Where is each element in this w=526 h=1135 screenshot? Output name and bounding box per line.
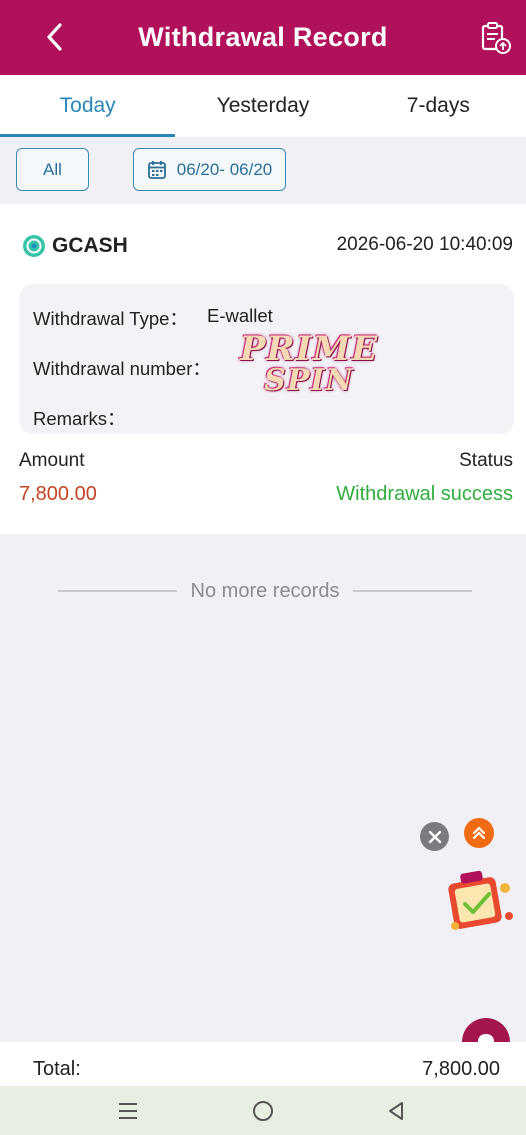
gift-box-icon — [448, 870, 513, 930]
app-header: Withdrawal Record — [0, 0, 526, 75]
close-float-button[interactable] — [420, 822, 449, 851]
withdrawal-record-card[interactable]: GCASH 2026-06-20 10:40:09 Withdrawal Typ… — [0, 204, 526, 534]
menu-lines-icon — [119, 1103, 137, 1119]
withdrawal-type-value: E-wallet — [207, 305, 273, 326]
record-details: Withdrawal Type： E-wallet Withdrawal num… — [19, 284, 514, 434]
type-filter-button[interactable]: All — [16, 148, 89, 191]
payment-method-name: GCASH — [52, 234, 128, 257]
divider — [58, 590, 177, 592]
remarks-label: Remarks： — [33, 408, 126, 429]
close-icon — [428, 830, 441, 843]
triangle-back-icon — [389, 1102, 403, 1120]
tab-yesterday[interactable]: Yesterday — [175, 75, 350, 137]
total-value: 7,800.00 — [422, 1058, 500, 1080]
recent-apps-button[interactable] — [112, 1095, 144, 1127]
total-bar: Total: 7,800.00 — [0, 1042, 526, 1086]
calendar-icon — [147, 160, 166, 179]
list-end-indicator: No more records — [58, 576, 472, 606]
back-button[interactable] — [38, 20, 72, 54]
record-datetime: 2026-06-20 10:40:09 — [336, 234, 513, 255]
amount-value: 7,800.00 — [19, 483, 97, 505]
divider — [353, 590, 472, 592]
date-tabs: Today Yesterday 7-days — [0, 75, 526, 137]
payment-method: GCASH — [22, 234, 128, 258]
status-value: Withdrawal success — [336, 483, 513, 505]
back-nav-button[interactable] — [380, 1095, 412, 1127]
home-button[interactable] — [247, 1095, 279, 1127]
reward-popup-button[interactable] — [443, 866, 519, 940]
total-label: Total: — [33, 1058, 81, 1080]
tab-today[interactable]: Today — [0, 75, 176, 137]
amount-label: Amount — [19, 450, 85, 471]
date-range-label: 06/20- 06/20 — [176, 159, 273, 179]
system-navigation-bar — [0, 1086, 526, 1135]
withdrawal-type-label: Withdrawal Type： — [33, 308, 188, 329]
gcash-logo-icon — [23, 235, 45, 257]
filter-bar: All 06/20- 06/20 — [0, 137, 526, 203]
date-range-button[interactable]: 06/20- 06/20 — [133, 148, 286, 191]
chevron-left-icon — [47, 23, 62, 51]
clipboard-upload-icon — [481, 22, 511, 54]
records-export-button[interactable] — [478, 20, 514, 56]
home-circle-icon — [253, 1101, 273, 1121]
tab-7-days[interactable]: 7-days — [351, 75, 526, 137]
status-label: Status — [459, 450, 513, 471]
list-end-text: No more records — [190, 579, 340, 602]
page-title: Withdrawal Record — [138, 22, 388, 52]
withdrawal-number-label: Withdrawal number： — [33, 358, 211, 379]
double-chevron-up-icon — [472, 826, 486, 840]
type-filter-label: All — [43, 159, 62, 179]
scroll-top-button[interactable] — [464, 818, 494, 848]
